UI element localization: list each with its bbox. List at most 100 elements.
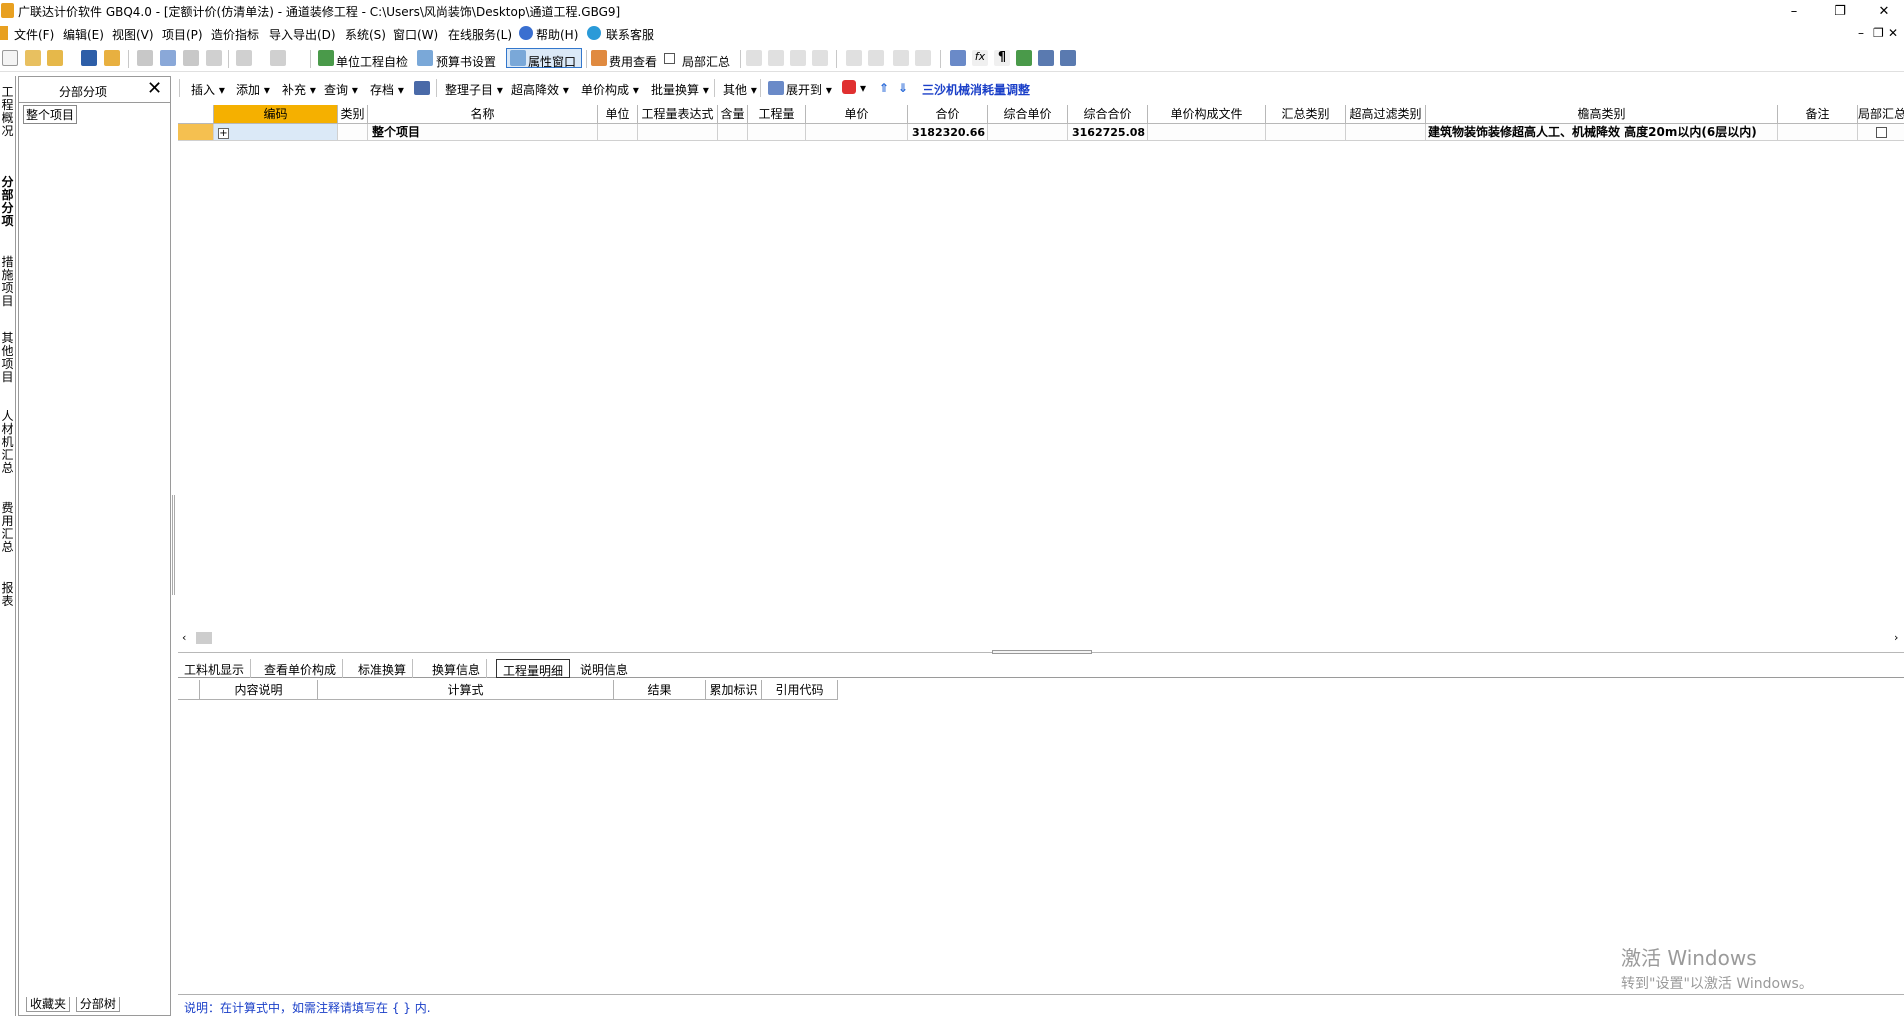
organize-items-dropdown[interactable]: 整理子目 ▾ <box>445 81 503 98</box>
table-row-code-cell[interactable]: + <box>214 124 338 141</box>
grid-header-comprehensive-total[interactable]: 综合合价 <box>1068 105 1148 124</box>
table-row-comp-total-cell[interactable]: 3162725.08 <box>1068 124 1148 141</box>
grid-header-quantity-expression[interactable]: 工程量表达式 <box>638 105 718 124</box>
local-summary-row-checkbox[interactable] <box>1876 127 1887 138</box>
table-row-expression-cell[interactable] <box>638 124 718 141</box>
grid-header-local-summary[interactable]: 局部汇总 <box>1858 105 1904 124</box>
tab-favorites[interactable]: 收藏夹 <box>26 997 71 1012</box>
prev-icon[interactable] <box>768 50 784 66</box>
expand-to-dropdown[interactable]: 展开到 ▾ <box>786 81 832 98</box>
sansha-machinery-adjust-link[interactable]: 三沙机械消耗量调整 <box>922 81 1030 98</box>
self-check-icon[interactable] <box>318 50 334 66</box>
left-panel-close-icon[interactable]: ✕ <box>147 78 162 99</box>
tab-quantity-detail[interactable]: 工程量明细 <box>496 659 571 678</box>
unit-price-composition-dropdown[interactable]: 单价构成 ▾ <box>581 81 639 98</box>
add-dropdown[interactable]: 添加 ▾ <box>236 81 270 98</box>
tab-reports[interactable]: 报表 <box>0 582 16 608</box>
new-icon[interactable] <box>2 50 18 66</box>
tab-labor-material-display[interactable]: 工料机显示 <box>178 659 252 678</box>
table-row-quantity-cell[interactable] <box>748 124 806 141</box>
menu-file[interactable]: 文件(F) <box>14 26 54 43</box>
find-icon[interactable] <box>414 81 430 95</box>
arrow-down-icon[interactable]: ⇓ <box>898 81 908 95</box>
grid-header-category[interactable]: 类别 <box>338 105 368 124</box>
table-row-comp-unit-price-cell[interactable] <box>988 124 1068 141</box>
move-right-icon[interactable] <box>868 50 884 66</box>
copy-icon[interactable] <box>160 50 176 66</box>
formula-icon[interactable]: fx <box>972 50 988 66</box>
last-icon[interactable] <box>812 50 828 66</box>
menu-contact-service[interactable]: 联系客服 <box>606 26 654 43</box>
local-summary-checkbox[interactable] <box>664 53 675 64</box>
app-menu-icon[interactable] <box>0 26 8 40</box>
batch-conversion-dropdown[interactable]: 批量换算 ▾ <box>651 81 709 98</box>
menu-cost-index[interactable]: 造价指标 <box>211 26 259 43</box>
query-dropdown[interactable]: 查询 ▾ <box>324 81 358 98</box>
bgrid-header-accumulate-flag[interactable]: 累加标识 <box>706 680 762 700</box>
paragraph-icon[interactable]: ¶ <box>994 50 1010 66</box>
bgrid-header-result[interactable]: 结果 <box>614 680 706 700</box>
table-row-summary-category-cell[interactable] <box>1266 124 1346 141</box>
redo-icon[interactable] <box>270 50 286 66</box>
menu-help[interactable]: 帮助(H) <box>536 26 578 43</box>
scroll-thumb[interactable] <box>196 632 212 644</box>
new-project-icon[interactable] <box>25 50 41 66</box>
grid-header-price-composition-file[interactable]: 单价构成文件 <box>1148 105 1266 124</box>
cut-icon[interactable] <box>137 50 153 66</box>
budget-settings-icon[interactable] <box>417 50 433 66</box>
table-row-name-cell[interactable]: 整个项目 <box>368 124 598 141</box>
tab-sub-items[interactable]: 分部分项 <box>0 176 16 228</box>
menu-online-service[interactable]: 在线服务(L) <box>448 26 512 43</box>
fee-view-icon[interactable] <box>591 50 607 66</box>
grid-header-code[interactable]: 编码 <box>214 105 338 124</box>
print-icon[interactable] <box>1038 50 1054 66</box>
report-icon[interactable] <box>1060 50 1076 66</box>
self-check-button[interactable]: 单位工程自检 <box>336 53 408 70</box>
grid-header-summary-category[interactable]: 汇总类别 <box>1266 105 1346 124</box>
open-folder-icon[interactable] <box>47 50 63 66</box>
tab-fee-summary[interactable]: 费用汇总 <box>0 502 16 554</box>
grid-header-height-filter-category[interactable]: 超高过滤类别 <box>1346 105 1426 124</box>
tab-labor-material-summary[interactable]: 人材机汇总 <box>0 410 16 475</box>
tree-root-item[interactable]: 整个项目 <box>23 105 78 124</box>
pane-divider[interactable] <box>178 648 1904 656</box>
row-indicator[interactable] <box>178 124 214 141</box>
expand-toggle[interactable]: + <box>218 128 229 139</box>
grid-header-remarks[interactable]: 备注 <box>1778 105 1858 124</box>
delete-icon[interactable] <box>206 50 222 66</box>
table-row-content-cell[interactable] <box>718 124 748 141</box>
mdi-restore-button[interactable]: ❐ <box>1873 26 1884 40</box>
menu-window[interactable]: 窗口(W) <box>393 26 438 43</box>
grid-header-quantity[interactable]: 工程量 <box>748 105 806 124</box>
fee-view-button[interactable]: 费用查看 <box>609 53 657 70</box>
save-icon[interactable] <box>81 50 97 66</box>
tab-description-info[interactable]: 说明信息 <box>574 659 634 678</box>
first-icon[interactable] <box>746 50 762 66</box>
green-book-icon[interactable] <box>1016 50 1032 66</box>
table-row-unit-cell[interactable] <box>598 124 638 141</box>
table-row-height-filter-cell[interactable] <box>1346 124 1426 141</box>
horizontal-scrollbar[interactable]: ‹ › <box>178 630 1904 646</box>
menu-edit[interactable]: 编辑(E) <box>63 26 104 43</box>
budget-settings-button[interactable]: 预算书设置 <box>436 53 496 70</box>
undo-icon[interactable] <box>236 50 252 66</box>
table-row-eaves-category-cell[interactable]: 建筑物装饰装修超高人工、机械降效 高度20m以内(6层以内) <box>1426 124 1778 141</box>
table-row-unit-price-cell[interactable] <box>806 124 908 141</box>
grid-header-name[interactable]: 名称 <box>368 105 598 124</box>
table-row-total-price-cell[interactable]: 3182320.66 <box>908 124 988 141</box>
tab-standard-conversion[interactable]: 标准换算 <box>352 659 414 678</box>
calculator-icon[interactable] <box>950 50 966 66</box>
fill-color-dropdown[interactable]: ▾ <box>860 81 866 95</box>
paste-icon[interactable] <box>183 50 199 66</box>
mdi-minimize-button[interactable]: – <box>1858 26 1864 40</box>
tab-section-tree[interactable]: 分部树 <box>75 997 120 1012</box>
mdi-close-button[interactable]: ✕ <box>1888 26 1898 40</box>
tab-other-items[interactable]: 其他项目 <box>0 332 16 384</box>
grid-header-total-price[interactable]: 合价 <box>908 105 988 124</box>
minimize-button[interactable]: – <box>1774 0 1814 22</box>
supplement-dropdown[interactable]: 补充 ▾ <box>282 81 316 98</box>
next-icon[interactable] <box>790 50 806 66</box>
left-splitter[interactable] <box>171 495 176 595</box>
move-left-icon[interactable] <box>846 50 862 66</box>
menu-system[interactable]: 系统(S) <box>345 26 386 43</box>
